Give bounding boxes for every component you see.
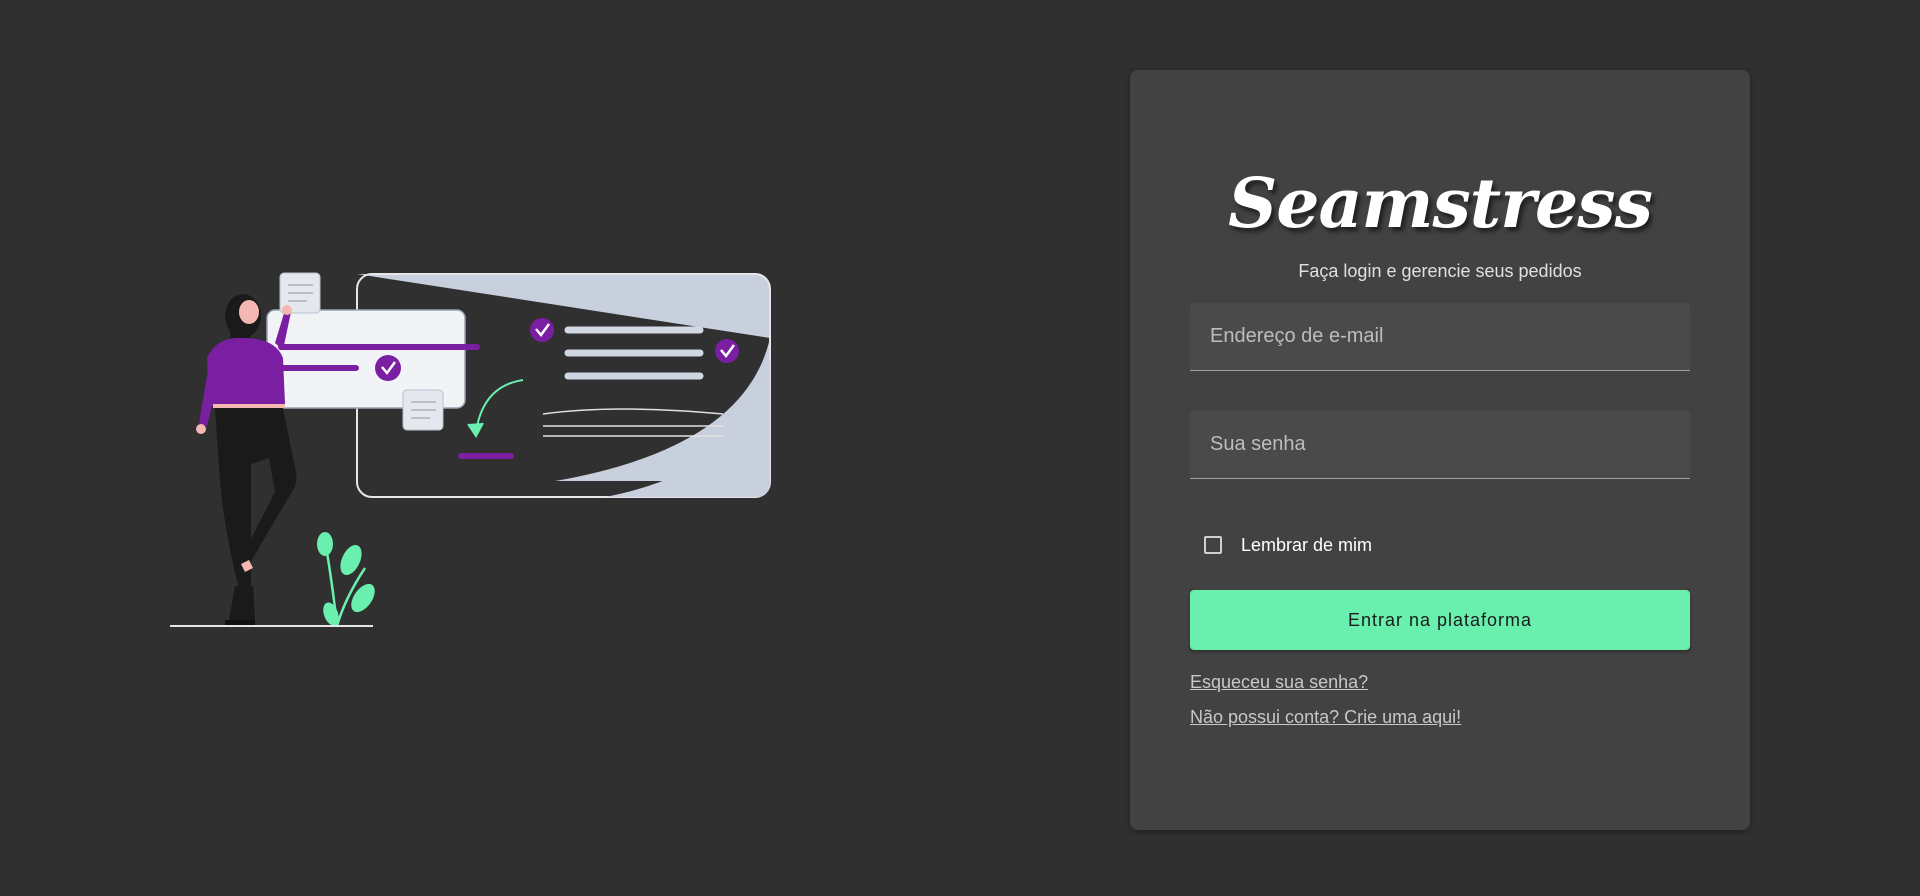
password-field <box>1190 411 1690 479</box>
task-checklist-illustration <box>170 272 771 627</box>
email-input[interactable] <box>1190 303 1690 370</box>
remember-me-label: Lembrar de mim <box>1241 534 1373 555</box>
woman-figure <box>196 294 297 626</box>
login-card: Seamstress Faça login e gerencie seus pe… <box>1130 70 1750 830</box>
remember-me-option[interactable]: Lembrar de mim <box>1204 533 1372 557</box>
email-field <box>1190 303 1690 371</box>
password-input[interactable] <box>1190 411 1690 478</box>
plant-graphic <box>317 532 375 627</box>
login-page: Seamstress Faça login e gerencie seus pe… <box>0 0 1920 896</box>
login-button[interactable]: Entrar na plataforma <box>1190 590 1690 650</box>
signup-link[interactable]: Não possui conta? Crie uma aqui! <box>1190 707 1461 728</box>
login-subtitle: Faça login e gerencie seus pedidos <box>1298 261 1582 281</box>
remember-me-checkbox[interactable] <box>1204 536 1222 554</box>
forgot-password-link[interactable]: Esqueceu sua senha? <box>1190 672 1368 693</box>
brand-logo: Seamstress <box>1228 164 1653 244</box>
task-card-graphic <box>266 272 480 431</box>
